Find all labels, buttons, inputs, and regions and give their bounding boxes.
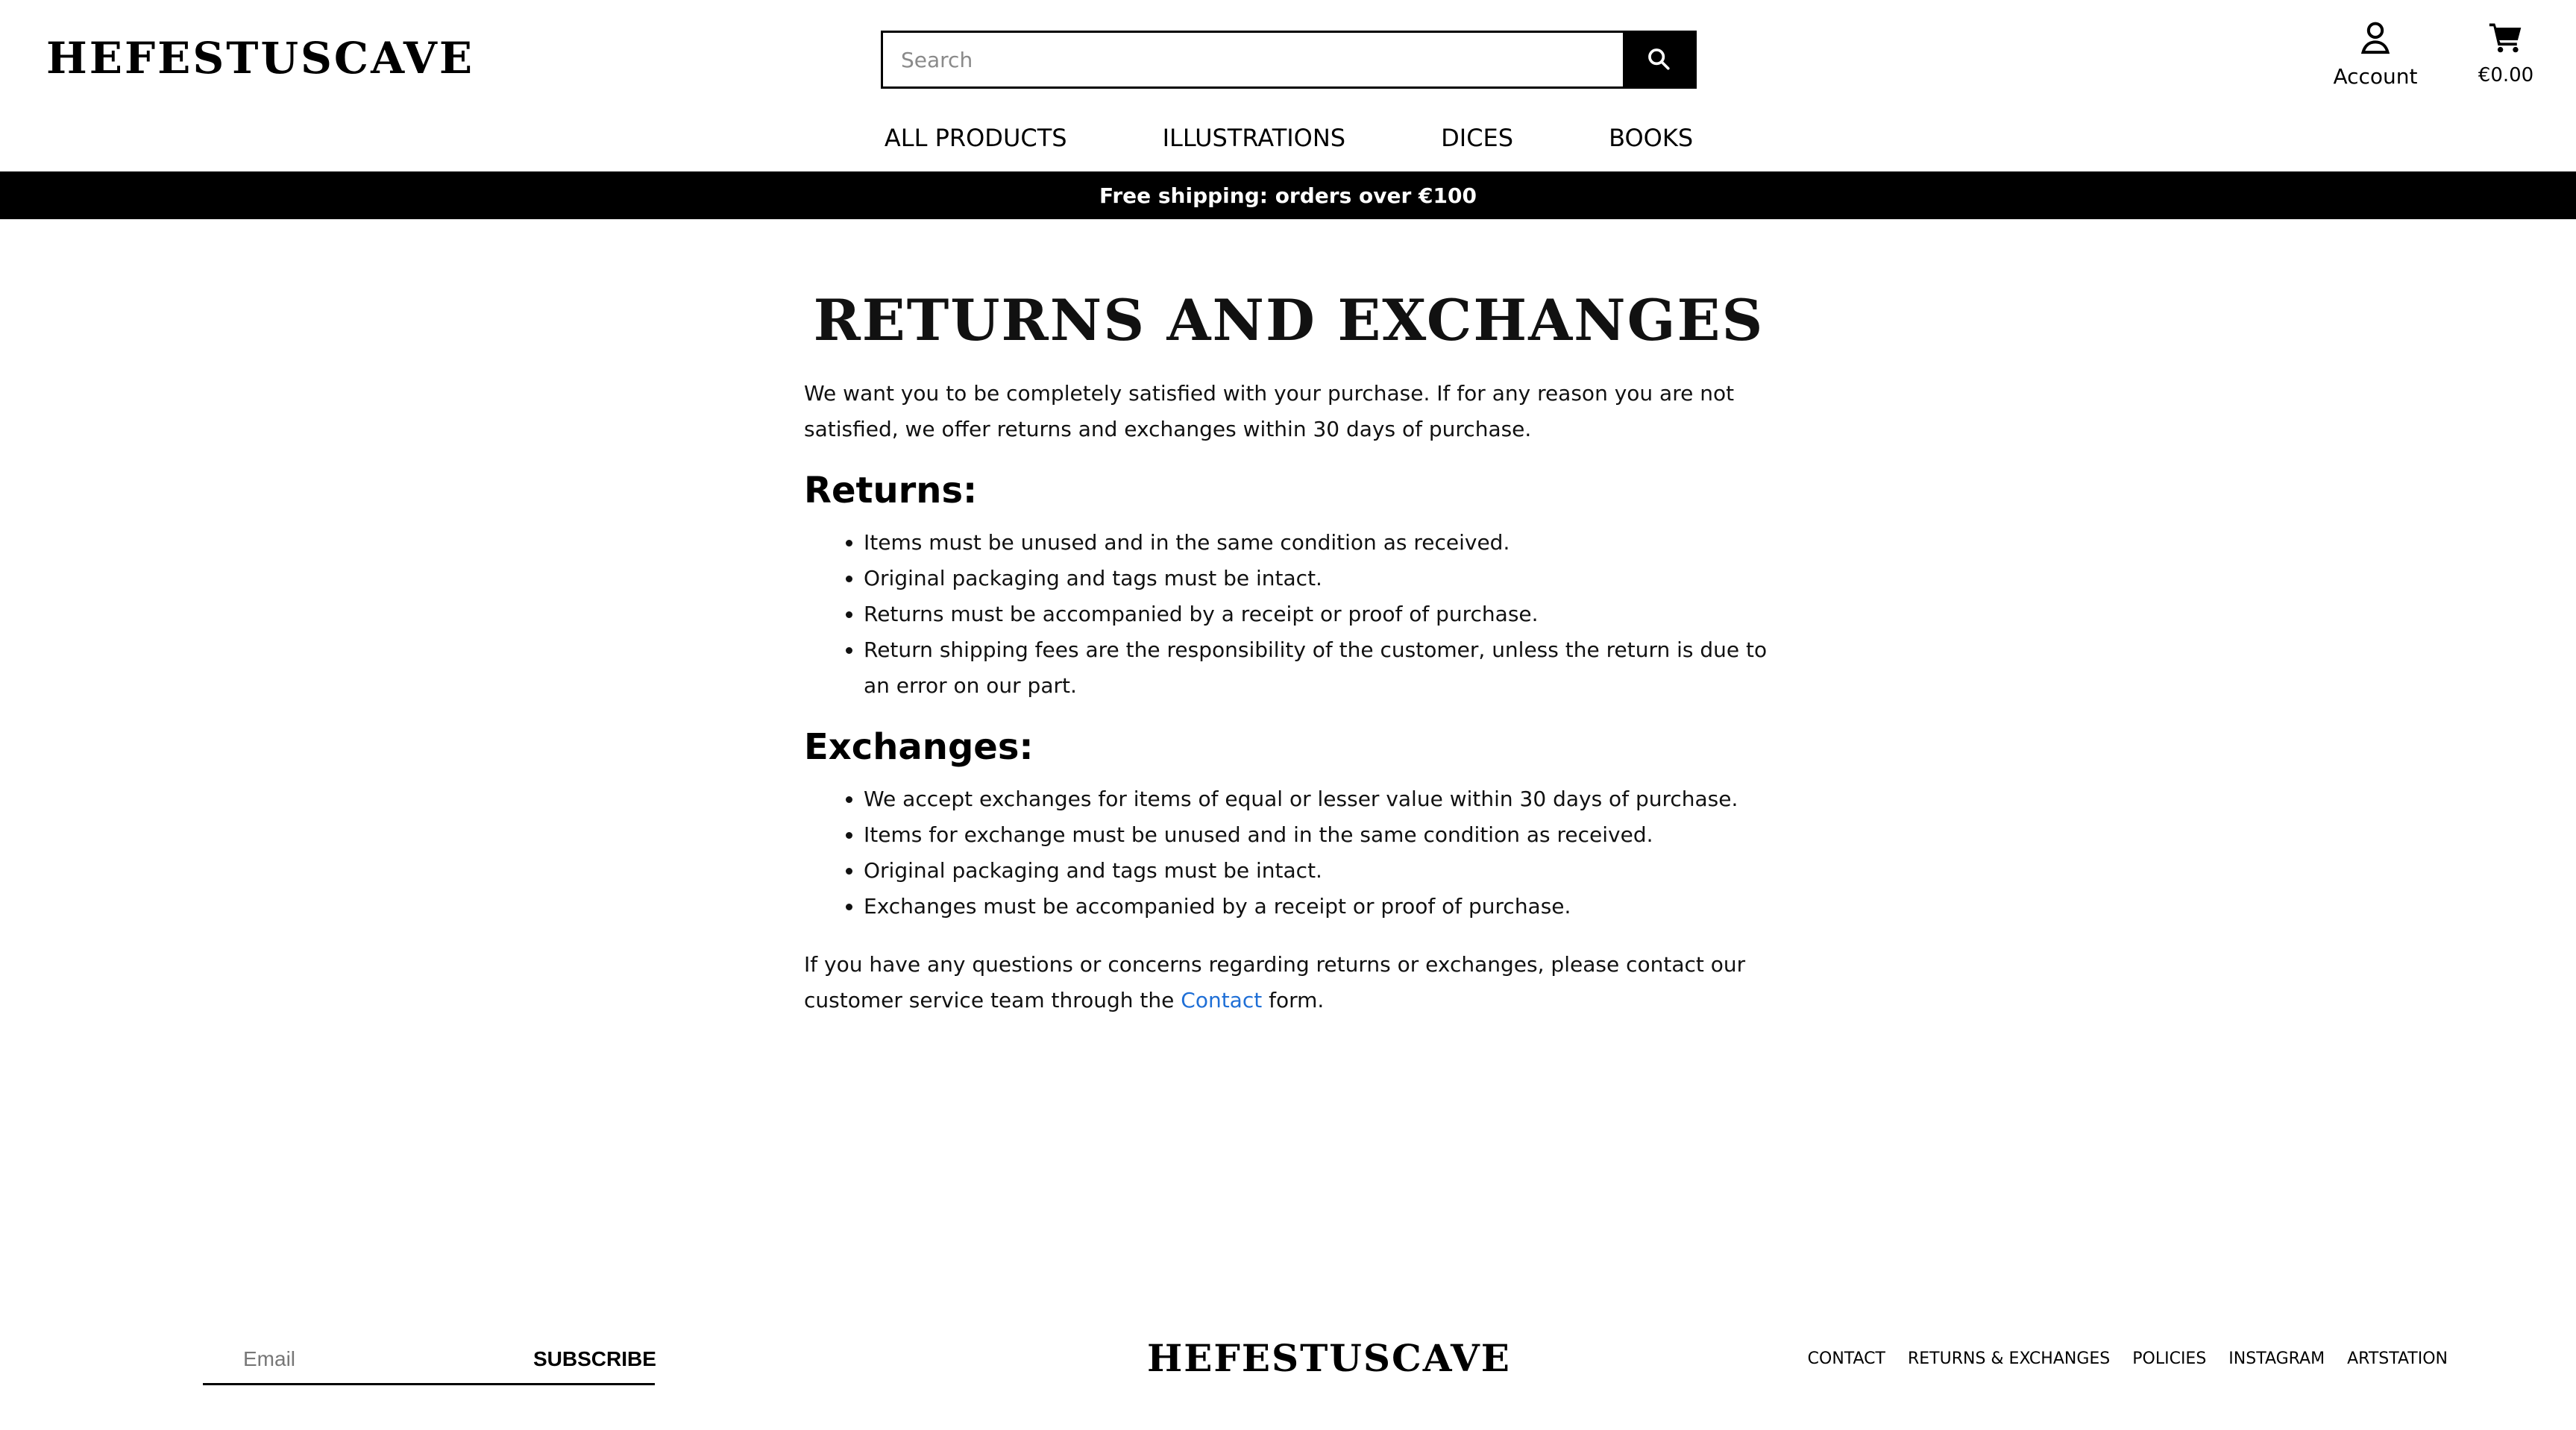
- site-footer: SUBSCRIBE HEFESTUSCAVE CONTACT RETURNS &…: [0, 1297, 2576, 1430]
- nav-illustrations[interactable]: ILLUSTRATIONS: [1163, 124, 1346, 152]
- announcement-text: Free shipping: orders over €100: [1099, 183, 1477, 208]
- returns-list-item: Returns must be accompanied by a receipt…: [864, 596, 1774, 632]
- exchanges-list-item: Original packaging and tags must be inta…: [864, 853, 1774, 889]
- exchanges-list: We accept exchanges for items of equal o…: [864, 781, 1774, 925]
- user-icon: [2359, 19, 2392, 58]
- search-icon: [1646, 46, 1671, 74]
- site-header: HEFESTUSCAVE Account: [0, 0, 2576, 171]
- account-label: Account: [2333, 64, 2418, 89]
- search-button[interactable]: [1623, 33, 1694, 86]
- footer-link-contact[interactable]: CONTACT: [1808, 1349, 1885, 1368]
- search-input[interactable]: [883, 33, 1623, 86]
- footer-navigation: CONTACT RETURNS & EXCHANGES POLICIES INS…: [1808, 1344, 2448, 1373]
- nav-books[interactable]: BOOKS: [1609, 124, 1693, 152]
- exchanges-list-item: Items for exchange must be unused and in…: [864, 817, 1774, 853]
- cart-icon: [2488, 19, 2524, 58]
- exchanges-list-item: Exchanges must be accompanied by a recei…: [864, 889, 1774, 925]
- returns-heading: Returns:: [804, 470, 978, 511]
- footer-link-returns-exchanges[interactable]: RETURNS & EXCHANGES: [1908, 1349, 2110, 1368]
- footer-logo[interactable]: HEFESTUSCAVE: [1147, 1335, 1511, 1381]
- cart-total: €0.00: [2478, 64, 2534, 86]
- contact-paragraph-suffix: form.: [1262, 988, 1325, 1012]
- contact-link[interactable]: Contact: [1181, 988, 1262, 1012]
- contact-paragraph: If you have any questions or concerns re…: [804, 947, 1774, 1018]
- subscribe-button[interactable]: SUBSCRIBE: [512, 1335, 656, 1383]
- newsletter-form: SUBSCRIBE: [203, 1335, 656, 1385]
- footer-link-policies[interactable]: POLICIES: [2132, 1349, 2206, 1368]
- announcement-bar: Free shipping: orders over €100: [0, 171, 2576, 219]
- search-bar: [881, 31, 1697, 89]
- nav-all-products[interactable]: ALL PRODUCTS: [885, 124, 1067, 152]
- returns-content: RETURNS AND EXCHANGES We want you to be …: [804, 283, 1774, 1018]
- exchanges-heading: Exchanges:: [804, 726, 1034, 768]
- nav-dices[interactable]: DICES: [1441, 124, 1513, 152]
- returns-list-item: Items must be unused and in the same con…: [864, 525, 1774, 561]
- account-link[interactable]: Account: [2319, 19, 2431, 94]
- cart-link[interactable]: €0.00: [2465, 19, 2547, 94]
- returns-list-item: Return shipping fees are the responsibil…: [864, 632, 1774, 704]
- exchanges-list-item: We accept exchanges for items of equal o…: [864, 781, 1774, 817]
- intro-paragraph: We want you to be completely satisfied w…: [804, 381, 1735, 441]
- footer-link-artstation[interactable]: ARTSTATION: [2347, 1349, 2448, 1368]
- primary-navigation: ALL PRODUCTS ILLUSTRATIONS DICES BOOKS: [881, 119, 1697, 157]
- site-logo[interactable]: HEFESTUSCAVE: [46, 31, 474, 85]
- email-field[interactable]: [203, 1335, 512, 1383]
- returns-list-item: Original packaging and tags must be inta…: [864, 561, 1774, 596]
- returns-list: Items must be unused and in the same con…: [864, 525, 1774, 704]
- footer-link-instagram[interactable]: INSTAGRAM: [2228, 1349, 2325, 1368]
- page-title: RETURNS AND EXCHANGES: [813, 287, 1765, 353]
